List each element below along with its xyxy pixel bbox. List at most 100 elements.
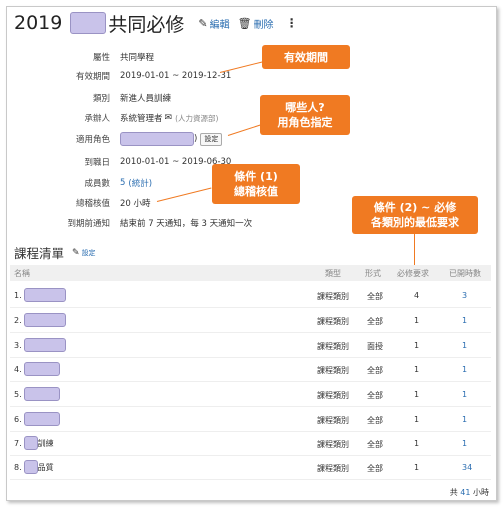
edit-icon: ✎	[72, 247, 80, 258]
redacted-course-name[interactable]	[23, 362, 60, 376]
total-hours-link[interactable]: 41	[460, 488, 470, 497]
course-type: 課程類別	[317, 391, 349, 400]
course-index: 4.	[14, 364, 22, 374]
course-name-suffix: 訓練	[37, 438, 54, 448]
course-list-section: 課程清單 ✎ 設定	[14, 243, 96, 262]
course-type: 課程類別	[317, 440, 349, 449]
table-row: 6. 課程類別 全部 1 1	[10, 408, 491, 432]
redacted-course-name[interactable]	[23, 313, 66, 327]
arrival-label: 到職日	[84, 158, 110, 168]
course-name-suffix: 品質	[37, 462, 54, 472]
course-index: 1.	[14, 290, 22, 300]
table-row: 4. 課程類別 全部 1 1	[10, 358, 491, 382]
col-form: 形式	[365, 269, 381, 278]
course-type: 課程類別	[317, 317, 349, 326]
course-form: 全部	[367, 464, 383, 473]
course-opened-hours[interactable]: 1	[462, 439, 467, 448]
course-name: 1.	[14, 288, 66, 302]
members-stats-link[interactable]: (統計)	[128, 177, 152, 189]
callout-cond1-line2: 總稽核值	[234, 185, 278, 198]
validity-label: 有效期間	[75, 72, 110, 82]
attribute-label: 屬性	[92, 53, 110, 63]
category-value: 新進人員訓練	[120, 94, 172, 104]
validity-value: 2019-01-01 ~ 2019-12-31	[120, 71, 232, 81]
course-name: 2.	[14, 313, 66, 327]
redacted-roles	[120, 132, 194, 146]
course-list-heading: 課程清單	[14, 246, 65, 261]
table-row: 8. 品質 課程類別 全部 1 34	[10, 456, 491, 480]
course-opened-hours[interactable]: 1	[462, 316, 467, 325]
roles-value: ) 設定	[120, 132, 223, 146]
category-label: 類別	[92, 94, 110, 104]
info-row-validity: 有效期間 2019-01-01 ~ 2019-12-31	[0, 69, 503, 83]
table-row: 2. 課程類別 全部 1 1	[10, 309, 491, 333]
course-required: 1	[414, 365, 420, 374]
handler-dept: (人力資源部)	[175, 113, 219, 123]
notice-label: 到期前通知	[67, 219, 110, 229]
members-count-link[interactable]: 5	[120, 178, 125, 188]
course-index: 6.	[14, 414, 22, 424]
redacted-title	[70, 12, 107, 34]
course-name: 5.	[14, 387, 60, 401]
info-row-roles: 適用角色 ) 設定	[0, 132, 503, 146]
roles-suffix: )	[194, 134, 198, 144]
callout-validity: 有效期間	[262, 45, 350, 69]
attribute-value: 共同學程	[120, 53, 155, 63]
course-name: 3.	[14, 338, 66, 352]
course-opened-hours[interactable]: 34	[462, 463, 472, 472]
total-hours-label: 總稽核值	[75, 199, 110, 209]
course-type: 課程類別	[317, 342, 349, 351]
redacted-course-name[interactable]	[23, 460, 38, 474]
total-prefix: 共	[449, 488, 458, 497]
course-index: 2.	[14, 315, 22, 325]
more-menu-icon[interactable]: ⋮	[286, 16, 298, 30]
edit-icon: ✎	[198, 16, 208, 30]
redacted-course-name[interactable]	[23, 436, 38, 450]
course-required: 1	[414, 439, 420, 448]
course-name: 8. 品質	[14, 460, 54, 474]
course-index: 5.	[14, 389, 22, 399]
course-index: 3.	[14, 340, 22, 350]
redacted-course-name[interactable]	[23, 288, 66, 302]
course-form: 全部	[367, 366, 383, 375]
course-required: 1	[414, 415, 420, 424]
delete-button[interactable]: 🗑 刪除	[238, 16, 274, 31]
redacted-course-name[interactable]	[23, 387, 60, 401]
handler-value: 系統管理者 ✉ (人力資源部)	[120, 112, 218, 124]
roles-label: 適用角色	[75, 135, 110, 145]
course-type: 課程類別	[317, 292, 349, 301]
info-row-category: 類別 新進人員訓練	[0, 91, 503, 105]
page-header: 2019 共同必修 ✎ 編輯 🗑 刪除 ⋮	[14, 10, 298, 36]
edit-button[interactable]: ✎ 編輯	[198, 16, 229, 31]
course-required: 1	[414, 316, 420, 325]
course-table-header: 名稱 類型 形式 必修要求 已開時數	[10, 265, 491, 281]
course-opened-hours[interactable]: 1	[462, 341, 467, 350]
course-form: 全部	[367, 416, 383, 425]
course-form: 面授	[367, 342, 383, 351]
callout-cond2-line2: 各類別的最低要求	[371, 216, 459, 229]
course-required: 1	[414, 390, 420, 399]
course-list-settings-button[interactable]: ✎ 設定	[72, 248, 96, 258]
col-required: 必修要求	[397, 269, 429, 278]
course-opened-hours[interactable]: 1	[462, 390, 467, 399]
table-row: 1. 課程類別 全部 4 3	[10, 284, 491, 308]
redacted-course-name[interactable]	[23, 338, 66, 352]
table-row: 3. 課程類別 面授 1 1	[10, 334, 491, 358]
col-type: 類型	[325, 269, 341, 278]
trash-icon: 🗑	[237, 16, 252, 30]
course-type: 課程類別	[317, 416, 349, 425]
course-name: 7. 訓練	[14, 436, 54, 450]
callout-roles-line1: 哪些人?	[285, 101, 325, 114]
course-opened-hours[interactable]: 1	[462, 365, 467, 374]
course-list-settings-label: 設定	[81, 248, 96, 257]
roles-settings-button[interactable]: 設定	[200, 132, 223, 146]
course-opened-hours[interactable]: 3	[462, 291, 467, 300]
page-title-year: 2019	[14, 12, 63, 34]
total-suffix: 小時	[473, 488, 489, 497]
course-opened-hours[interactable]: 1	[462, 415, 467, 424]
col-opened-hours: 已開時數	[449, 269, 481, 278]
course-form: 全部	[367, 292, 383, 301]
redacted-course-name[interactable]	[23, 412, 60, 426]
envelope-icon[interactable]: ✉	[165, 113, 173, 123]
callout-pointer-cond2	[414, 233, 415, 267]
